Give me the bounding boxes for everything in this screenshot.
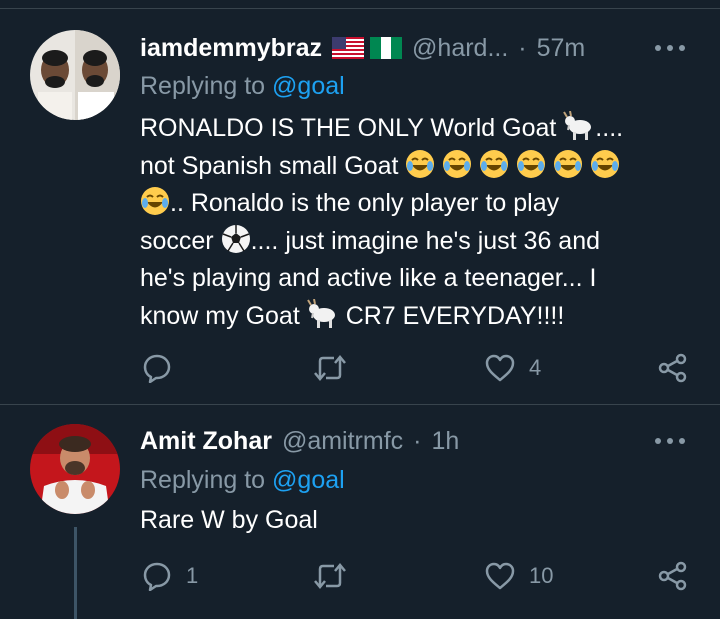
laughing-emoji-icon (591, 149, 620, 178)
author-name[interactable]: iamdemmybraz (140, 34, 322, 63)
text-segment: not Spanish small Goat (140, 151, 399, 180)
timestamp[interactable]: 57m (537, 34, 586, 63)
more-icon[interactable] (655, 436, 685, 446)
text-segment: .... (595, 114, 624, 142)
share-icon (658, 353, 687, 383)
author-handle[interactable]: @hard... (412, 34, 508, 63)
laughing-emoji-icon (517, 149, 546, 178)
tweet-header: iamdemmybraz @hard... · 57m (140, 31, 585, 65)
nigeria-flag-icon (370, 37, 403, 59)
retweet-icon (314, 355, 346, 381)
like-button[interactable]: 10 (485, 561, 553, 591)
like-button[interactable]: 4 (485, 353, 541, 383)
reply-count: 1 (186, 563, 199, 588)
like-icon (485, 354, 515, 382)
text-segment: he's playing and active like a teenager.… (140, 264, 597, 293)
avatar[interactable] (30, 30, 120, 120)
more-icon[interactable] (655, 43, 685, 53)
tweet-text: Rare W by Goal (140, 506, 318, 534)
laughing-emoji-icon (141, 187, 169, 216)
text-segment: soccer (140, 226, 214, 255)
goat-emoji-icon (306, 298, 335, 328)
replying-prefix: Replying to (140, 466, 273, 494)
share-icon (658, 561, 687, 591)
text-segment: RONALDO IS THE ONLY World Goat (140, 114, 557, 142)
retweet-button[interactable] (312, 561, 362, 591)
share-button[interactable] (657, 561, 689, 591)
tweet-text: RONALDO IS THE ONLY World Goat .... not … (140, 110, 700, 336)
author-handle[interactable]: @amitrmfc (282, 427, 403, 456)
text-segment: .. Ronaldo is the only player to play (170, 189, 560, 218)
soccer-ball-emoji-icon (221, 224, 250, 253)
tweet-divider (0, 404, 720, 405)
flag-emojis (332, 37, 403, 59)
author-name[interactable]: Amit Zohar (140, 427, 272, 456)
mention-link[interactable]: @goal (272, 466, 345, 494)
share-button[interactable] (657, 353, 689, 383)
thread-line (74, 527, 77, 619)
laughing-emoji-icon (443, 149, 472, 178)
laughing-emoji-row (405, 149, 620, 180)
avatar[interactable] (30, 424, 120, 514)
like-count: 10 (529, 563, 554, 588)
retweet-button[interactable] (312, 353, 362, 383)
text-segment: know my Goat (140, 301, 300, 330)
mention-link[interactable]: @goal (272, 72, 345, 100)
text-segment: CR7 EVERYDAY!!!! (345, 301, 565, 330)
tweet-header: Amit Zohar @amitrmfc · 1h (140, 424, 459, 458)
separator-dot: · (413, 426, 422, 455)
retweet-icon (314, 563, 346, 589)
replying-to: Replying to @goal (140, 72, 345, 101)
text-segment: .... just imagine he's just 36 and (250, 226, 601, 255)
separator-dot: · (518, 33, 527, 62)
reply-icon (143, 562, 171, 591)
us-flag-icon (332, 37, 365, 59)
reply-button[interactable] (142, 353, 186, 383)
reply-icon (143, 354, 171, 383)
replying-to: Replying to @goal (140, 466, 345, 495)
top-divider (0, 8, 720, 9)
like-icon (485, 562, 515, 590)
like-count: 4 (529, 355, 542, 380)
laughing-emoji-icon (406, 149, 435, 178)
replying-prefix: Replying to (140, 72, 273, 100)
goat-emoji-icon (563, 111, 592, 140)
laughing-emoji-icon (554, 149, 583, 178)
reply-button[interactable]: 1 (142, 561, 198, 591)
laughing-emoji-icon (480, 149, 509, 178)
timestamp[interactable]: 1h (432, 427, 460, 456)
